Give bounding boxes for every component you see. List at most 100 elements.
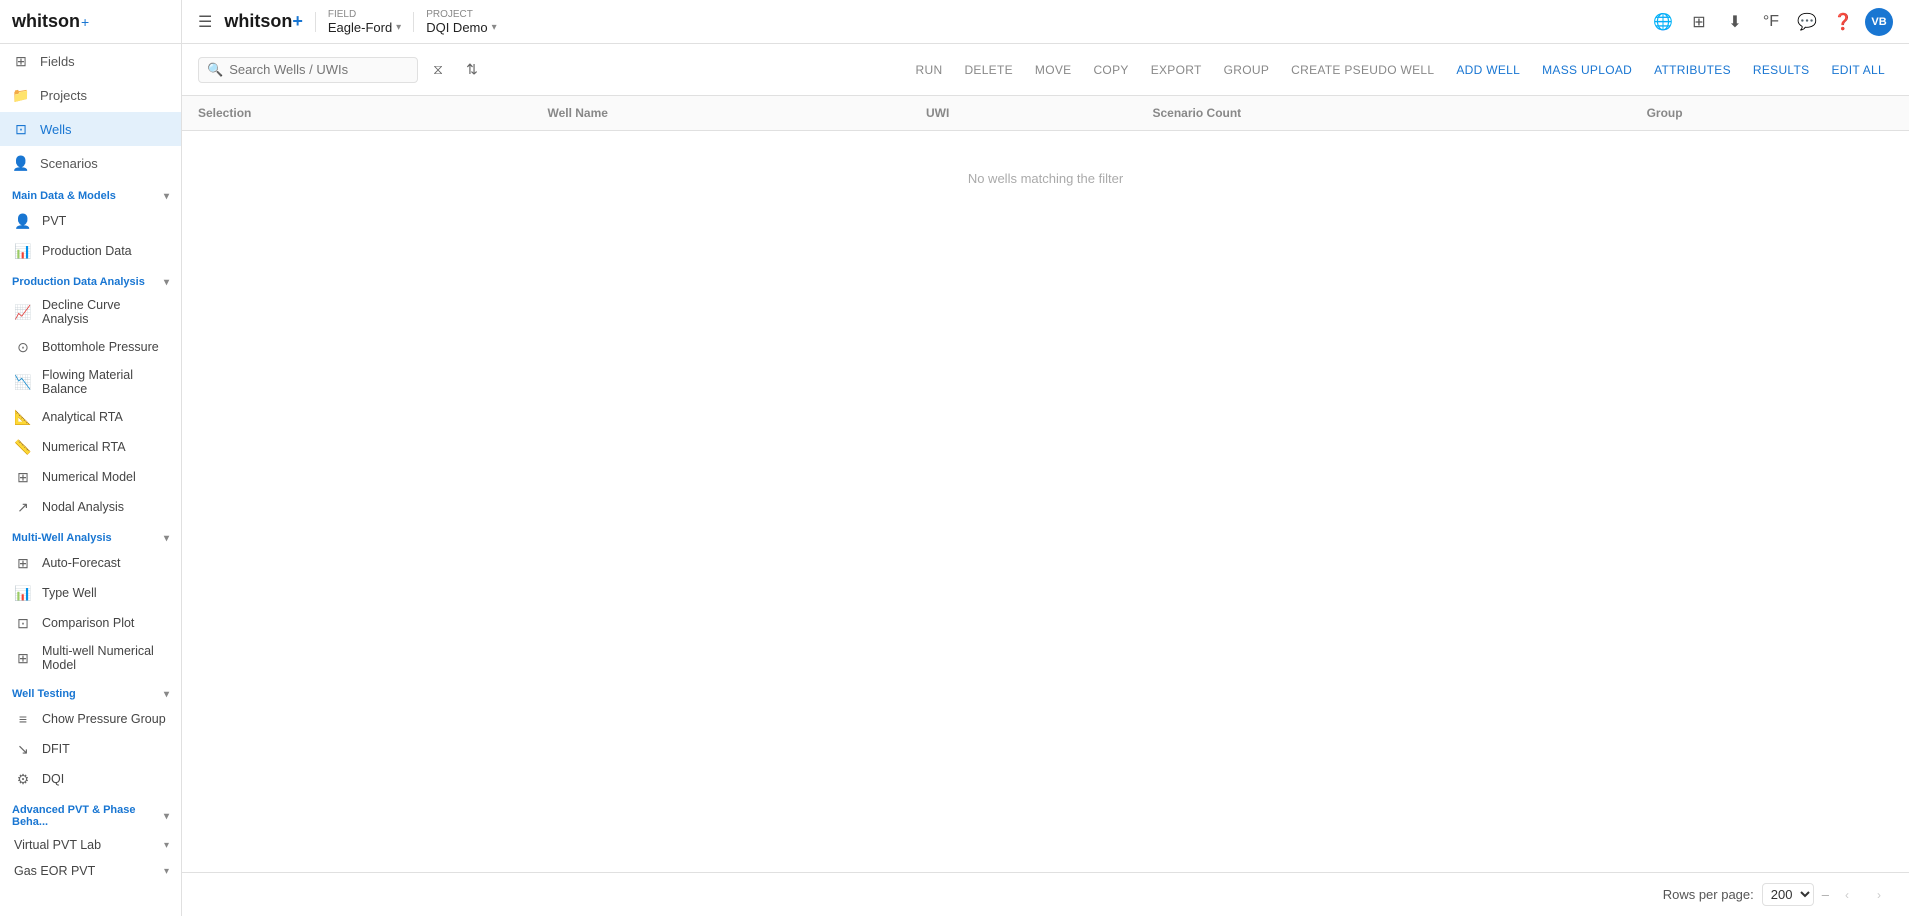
search-icon: 🔍 xyxy=(207,62,223,78)
field-label: Field xyxy=(328,9,401,20)
temperature-icon[interactable]: °F xyxy=(1757,8,1785,36)
sidebar-item-numerical-rta[interactable]: 📏Numerical RTA xyxy=(0,432,181,462)
sidebar-item-dqi[interactable]: ⚙DQI xyxy=(0,764,181,794)
project-selector[interactable]: Project DQI Demo ▾ xyxy=(426,9,496,35)
col-scenario-count: Scenario Count xyxy=(1137,96,1631,131)
sidebar-item-production-data[interactable]: 📊Production Data xyxy=(0,236,181,266)
chat-icon[interactable]: 💬 xyxy=(1793,8,1821,36)
copy-button[interactable]: COPY xyxy=(1085,59,1136,81)
topbar-divider xyxy=(315,12,316,32)
sidebar-item-multi-numerical[interactable]: ⊞Multi-well Numerical Model xyxy=(0,638,181,678)
table-header-row: Selection Well Name UWI Scenario Count G… xyxy=(182,96,1909,131)
delete-button[interactable]: DELETE xyxy=(956,59,1020,81)
run-button[interactable]: RUN xyxy=(908,59,951,81)
user-avatar[interactable]: VB xyxy=(1865,8,1893,36)
section-label-production-data-analysis: Production Data Analysis xyxy=(12,276,145,288)
pagination-dash: – xyxy=(1822,887,1829,902)
sidebar-item-wells[interactable]: ⊡Wells xyxy=(0,112,181,146)
empty-row: No wells matching the filter xyxy=(182,131,1909,227)
move-button[interactable]: MOVE xyxy=(1027,59,1080,81)
sidebar-label-decline-curve: Decline Curve Analysis xyxy=(42,298,169,326)
topbar: ☰ whitson+ Field Eagle-Ford ▾ Project DQ… xyxy=(182,0,1909,44)
sidebar-label-dfit: DFIT xyxy=(42,742,70,756)
mass-upload-button[interactable]: MASS UPLOAD xyxy=(1534,59,1640,81)
section-header-advanced-pvt[interactable]: Advanced PVT & Phase Beha...▾ xyxy=(0,798,181,832)
col-group: Group xyxy=(1631,96,1909,131)
section-label-multi-well: Multi-Well Analysis xyxy=(12,532,112,544)
project-value[interactable]: DQI Demo ▾ xyxy=(426,20,496,35)
grid-icon[interactable]: ⊞ xyxy=(1685,8,1713,36)
rows-per-page-label: Rows per page: xyxy=(1663,887,1754,902)
add-well-button[interactable]: ADD WELL xyxy=(1448,59,1528,81)
group-button[interactable]: GROUP xyxy=(1216,59,1278,81)
section-header-production-data-analysis[interactable]: Production Data Analysis▾ xyxy=(0,270,181,292)
create-pseudo-well-button[interactable]: CREATE PSEUDO WELL xyxy=(1283,59,1442,81)
sidebar-item-fields[interactable]: ⊞Fields xyxy=(0,44,181,78)
sidebar-item-comparison-plot[interactable]: ⊡ Comparison Plot xyxy=(0,608,181,638)
numerical-model-icon: ⊞ xyxy=(14,468,32,486)
production-data-icon: 📊 xyxy=(14,242,32,260)
help-icon[interactable]: ❓ xyxy=(1829,8,1857,36)
flowing-material-icon: 📉 xyxy=(14,373,32,391)
pagination-prev-button[interactable]: ‹ xyxy=(1833,881,1861,909)
topbar-actions: 🌐 ⊞ ⬇ °F 💬 ❓ VB xyxy=(1649,8,1893,36)
wells-table-container: Selection Well Name UWI Scenario Count G… xyxy=(182,96,1909,872)
comparison-plot-icon: ⊡ xyxy=(14,614,32,632)
filter-icon[interactable]: ⧖ xyxy=(424,56,452,84)
sidebar-item-analytical-rta[interactable]: 📐Analytical RTA xyxy=(0,402,181,432)
pagination-bar: Rows per page: 200 10 25 50 100 – ‹ › xyxy=(182,872,1909,916)
sidebar-item-gas-eor-pvt[interactable]: Gas EOR PVT▾ xyxy=(0,858,181,884)
search-input[interactable] xyxy=(229,62,409,77)
attributes-button[interactable]: ATTRIBUTES xyxy=(1646,59,1739,81)
section-header-well-testing[interactable]: Well Testing▾ xyxy=(0,682,181,704)
scenarios-icon: 👤 xyxy=(12,154,30,172)
export-button[interactable]: EXPORT xyxy=(1143,59,1210,81)
section-label-main-data: Main Data & Models xyxy=(12,190,116,202)
sidebar-label-virtual-pvt-lab: Virtual PVT Lab xyxy=(14,838,101,852)
sidebar-top-nav: ⊞Fields📁Projects⊡Wells👤Scenarios xyxy=(0,44,181,180)
numerical-rta-icon: 📏 xyxy=(14,438,32,456)
search-input-wrapper[interactable]: 🔍 xyxy=(198,57,418,83)
sidebar-label-comparison-plot: Comparison Plot xyxy=(42,616,134,630)
sidebar-item-virtual-pvt-lab[interactable]: Virtual PVT Lab▾ xyxy=(0,832,181,858)
sidebar-label-flowing-material: Flowing Material Balance xyxy=(42,368,169,396)
pagination-next-button[interactable]: › xyxy=(1865,881,1893,909)
sidebar-item-scenarios[interactable]: 👤Scenarios xyxy=(0,146,181,180)
field-value[interactable]: Eagle-Ford ▾ xyxy=(328,20,401,35)
sidebar-label-auto-forecast: Auto-Forecast xyxy=(42,556,121,570)
sidebar-item-projects[interactable]: 📁Projects xyxy=(0,78,181,112)
sidebar-item-numerical-model[interactable]: ⊞Numerical Model xyxy=(0,462,181,492)
decline-curve-icon: 📈 xyxy=(14,303,32,321)
download-icon[interactable]: ⬇ xyxy=(1721,8,1749,36)
type-well-icon: 📊 xyxy=(14,584,32,602)
pvt-icon: 👤 xyxy=(14,212,32,230)
section-header-multi-well[interactable]: Multi-Well Analysis▾ xyxy=(0,526,181,548)
hamburger-icon[interactable]: ☰ xyxy=(198,12,212,32)
sidebar-label-nodal-analysis: Nodal Analysis xyxy=(42,500,124,514)
sidebar-item-dfit[interactable]: ↘DFIT xyxy=(0,734,181,764)
sidebar-label-gas-eor-pvt: Gas EOR PVT xyxy=(14,864,95,878)
edit-all-button[interactable]: EDIT ALL xyxy=(1823,59,1893,81)
field-selector[interactable]: Field Eagle-Ford ▾ xyxy=(328,9,401,35)
sidebar-item-auto-forecast[interactable]: ⊞Auto-Forecast xyxy=(0,548,181,578)
chow-pressure-icon: ≡ xyxy=(14,710,32,728)
logo-text: whitson xyxy=(12,11,80,32)
sidebar-item-nodal-analysis[interactable]: ↗Nodal Analysis xyxy=(0,492,181,522)
projects-icon: 📁 xyxy=(12,86,30,104)
sidebar-item-pvt[interactable]: 👤 PVT xyxy=(0,206,181,236)
sidebar-item-decline-curve[interactable]: 📈 Decline Curve Analysis xyxy=(0,292,181,332)
rows-per-page-select[interactable]: 200 10 25 50 100 xyxy=(1762,883,1814,906)
section-header-main-data[interactable]: Main Data & Models▾ xyxy=(0,184,181,206)
sidebar-label-pvt: PVT xyxy=(42,214,66,228)
globe-icon[interactable]: 🌐 xyxy=(1649,8,1677,36)
sidebar-item-bottomhole-pressure[interactable]: ⊙Bottomhole Pressure xyxy=(0,332,181,362)
sidebar-item-flowing-material[interactable]: 📉 Flowing Material Balance xyxy=(0,362,181,402)
sidebar-label-chow-pressure: Chow Pressure Group xyxy=(42,712,166,726)
sidebar-label-analytical-rta: Analytical RTA xyxy=(42,410,123,424)
sidebar-item-type-well[interactable]: 📊Type Well xyxy=(0,578,181,608)
topbar-logo: whitson+ xyxy=(224,11,303,32)
sidebar-item-chow-pressure[interactable]: ≡ Chow Pressure Group xyxy=(0,704,181,734)
sort-icon[interactable]: ⇅ xyxy=(458,56,486,84)
results-button[interactable]: RESULTS xyxy=(1745,59,1818,81)
sidebar-label-fields: Fields xyxy=(40,54,75,69)
